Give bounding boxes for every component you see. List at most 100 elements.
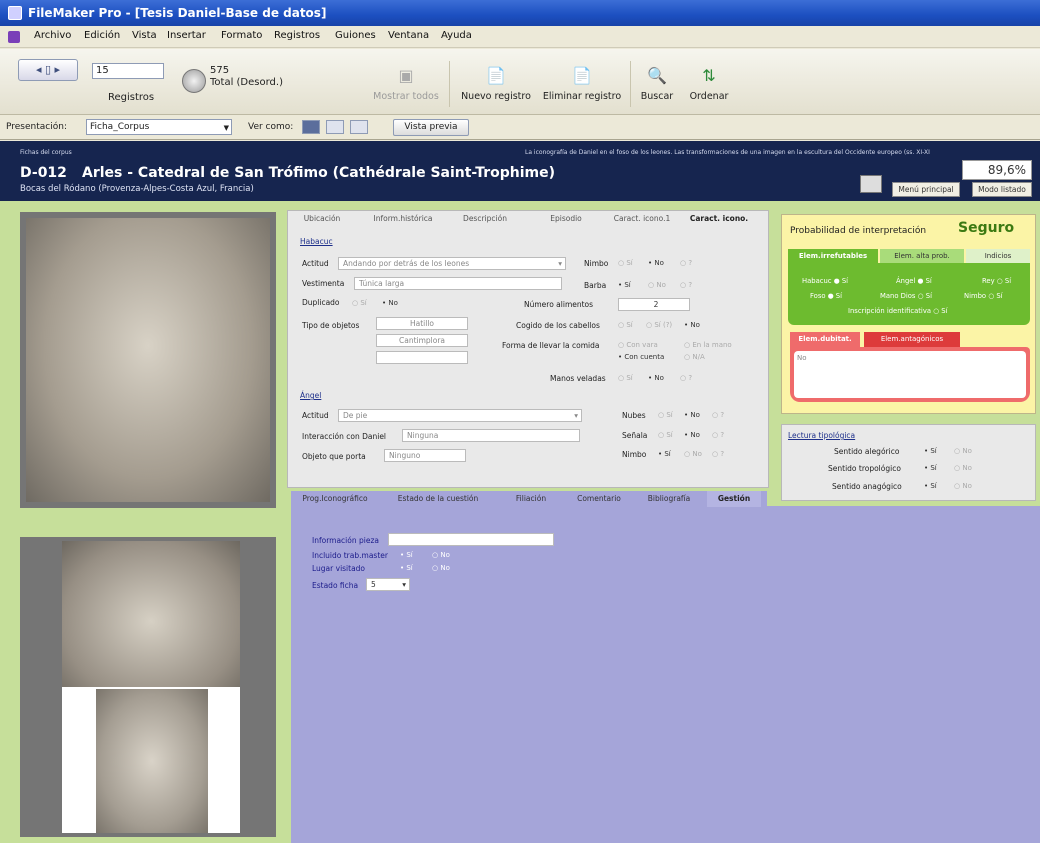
record-number-field[interactable]: 15: [92, 63, 164, 79]
tropologico-label: Sentido tropológico: [828, 464, 901, 473]
tab-prog-iconografico[interactable]: Prog.Iconográfico: [299, 491, 371, 507]
tab-descripcion[interactable]: Descripción: [454, 211, 516, 227]
angel-actitud-select[interactable]: De pie ▾: [338, 409, 582, 422]
g-nimbo[interactable]: Nimbo ○ Sí: [964, 292, 1003, 300]
list-mode-button[interactable]: Modo listado: [972, 182, 1032, 197]
vestimenta-field[interactable]: Túnica larga: [354, 277, 562, 290]
manos-si-radio[interactable]: ○ Sí: [618, 374, 633, 382]
table-view-button[interactable]: [350, 120, 368, 134]
g-angel[interactable]: Ángel ● Sí: [896, 277, 932, 285]
anagogico-si-radio[interactable]: • Sí: [924, 482, 937, 490]
tab-gestion[interactable]: Gestión: [707, 491, 761, 507]
lugar-si-radio[interactable]: • Sí: [400, 564, 413, 572]
document-icon: [8, 31, 20, 43]
g-rey[interactable]: Rey ○ Sí: [982, 277, 1011, 285]
menu-formato[interactable]: Formato: [221, 30, 262, 41]
nimbo-no-radio[interactable]: • No: [648, 259, 664, 267]
angel-nimbo-q-radio[interactable]: ○ ?: [712, 450, 724, 458]
g-foso[interactable]: Foso ● Sí: [810, 292, 842, 300]
senala-q-radio[interactable]: ○ ?: [712, 431, 724, 439]
dubitat-field[interactable]: No: [794, 351, 1026, 398]
preview-button[interactable]: Vista previa: [393, 119, 469, 136]
menu-vista[interactable]: Vista: [132, 30, 157, 41]
actitud-select[interactable]: Andando por detrás de los leones ▾: [338, 257, 566, 270]
forma-na-radio[interactable]: ○ N/A: [684, 353, 705, 361]
delete-record-button[interactable]: 📄 Eliminar registro: [540, 63, 624, 103]
new-record-button[interactable]: 📄 Nuevo registro: [457, 63, 535, 103]
nimbo-si-radio[interactable]: ○ Sí: [618, 259, 633, 267]
lugar-no-radio[interactable]: ○ No: [432, 564, 450, 572]
estado-ficha-select[interactable]: 5 ▾: [366, 578, 410, 591]
g-habacuc[interactable]: Habacuc ● Sí: [802, 277, 848, 285]
main-menu-button[interactable]: Menú principal: [892, 182, 960, 197]
tropologico-si-radio[interactable]: • Sí: [924, 464, 937, 472]
tab-elem-irrefutables[interactable]: Elem.irrefutables: [788, 249, 878, 263]
find-button[interactable]: 🔍 Buscar: [636, 63, 678, 103]
trab-si-radio[interactable]: • Sí: [400, 551, 413, 559]
interaccion-field[interactable]: Ninguna: [402, 429, 580, 442]
barba-si-radio[interactable]: • Sí: [618, 281, 631, 289]
senala-si-radio[interactable]: ○ Sí: [658, 431, 673, 439]
manos-no-radio[interactable]: • No: [648, 374, 664, 382]
form-view-button[interactable]: [302, 120, 320, 134]
nubes-no-radio[interactable]: • No: [684, 411, 700, 419]
menu-registros[interactable]: Registros: [274, 30, 320, 41]
list-view-button[interactable]: [326, 120, 344, 134]
tab-elem-alta-prob[interactable]: Elem. alta prob.: [880, 249, 964, 263]
barba-q-radio[interactable]: ○ ?: [680, 281, 692, 289]
forma-mano-radio[interactable]: ○ En la mano: [684, 341, 732, 349]
barba-no-radio[interactable]: ○ No: [648, 281, 666, 289]
tipo-field-2[interactable]: Cantimplora: [376, 334, 468, 347]
tab-estado-cuestion[interactable]: Estado de la cuestión: [395, 491, 481, 507]
tipo-field-3[interactable]: [376, 351, 468, 364]
numero-field[interactable]: 2: [618, 298, 690, 311]
senala-no-radio[interactable]: • No: [684, 431, 700, 439]
menu-archivo[interactable]: Archivo: [34, 30, 71, 41]
cogido-si7-radio[interactable]: ○ Sí (?): [646, 321, 672, 329]
tab-bibliografia[interactable]: Bibliografía: [641, 491, 697, 507]
nubes-si-radio[interactable]: ○ Sí: [658, 411, 673, 419]
sort-button[interactable]: ⇅ Ordenar: [686, 63, 732, 103]
tab-comentario[interactable]: Comentario: [571, 491, 627, 507]
menu-guiones[interactable]: Guiones: [335, 30, 376, 41]
nubes-q-radio[interactable]: ○ ?: [712, 411, 724, 419]
nimbo-q-radio[interactable]: ○ ?: [680, 259, 692, 267]
tab-elem-antagonicos[interactable]: Elem.antagónicos: [864, 332, 960, 347]
tab-elem-dubitat[interactable]: Elem.dubitat.: [790, 332, 860, 347]
duplicado-no-radio[interactable]: • No: [382, 299, 398, 307]
layout-select[interactable]: Ficha_Corpus ▼: [86, 119, 232, 135]
alegorico-no-radio[interactable]: ○ No: [954, 447, 972, 455]
cogido-si-radio[interactable]: ○ Sí: [618, 321, 633, 329]
forma-cuenta-radio[interactable]: • Con cuenta: [618, 353, 664, 361]
g-mano[interactable]: Mano Dios ○ Sí: [880, 292, 932, 300]
manos-q-radio[interactable]: ○ ?: [680, 374, 692, 382]
cuenta-label: Con cuenta: [624, 353, 665, 361]
tab-indicios[interactable]: Indicios: [966, 249, 1030, 263]
forma-vara-radio[interactable]: ○ Con vara: [618, 341, 658, 349]
menu-insertar[interactable]: Insertar: [167, 30, 206, 41]
objeto-field[interactable]: Ninguno: [384, 449, 466, 462]
tab-ubicacion[interactable]: Ubicación: [294, 211, 350, 227]
tab-caract-icono-2[interactable]: Caract. icono.: [680, 211, 758, 227]
anagogico-no-radio[interactable]: ○ No: [954, 482, 972, 490]
tipo-field-1[interactable]: Hatillo: [376, 317, 468, 330]
duplicado-si-radio[interactable]: ○ Sí: [352, 299, 367, 307]
tropologico-no-radio[interactable]: ○ No: [954, 464, 972, 472]
angel-nimbo-si-radio[interactable]: • Sí: [658, 450, 671, 458]
tab-filiacion[interactable]: Filiación: [509, 491, 553, 507]
menu-edicion[interactable]: Edición: [84, 30, 120, 41]
trab-no-radio[interactable]: ○ No: [432, 551, 450, 559]
tab-episodio[interactable]: Episodio: [542, 211, 590, 227]
record-book-icon[interactable]: ◂ ▯ ▸: [18, 59, 78, 81]
show-all-button[interactable]: ▣ Mostrar todos: [370, 63, 442, 103]
tab-caract-icono-1[interactable]: Caract. icono.1: [608, 211, 676, 227]
info-pieza-field[interactable]: [388, 533, 554, 546]
tab-inform-historica[interactable]: Inform.histórica: [370, 211, 436, 227]
cogido-no-radio[interactable]: • No: [684, 321, 700, 329]
menu-ventana[interactable]: Ventana: [388, 30, 429, 41]
angel-nimbo-no-radio[interactable]: ○ No: [684, 450, 702, 458]
printer-icon[interactable]: [860, 175, 882, 193]
alegorico-si-radio[interactable]: • Sí: [924, 447, 937, 455]
g-inscripcion[interactable]: Inscripción identificativa ○ Sí: [848, 307, 947, 315]
menu-ayuda[interactable]: Ayuda: [441, 30, 472, 41]
